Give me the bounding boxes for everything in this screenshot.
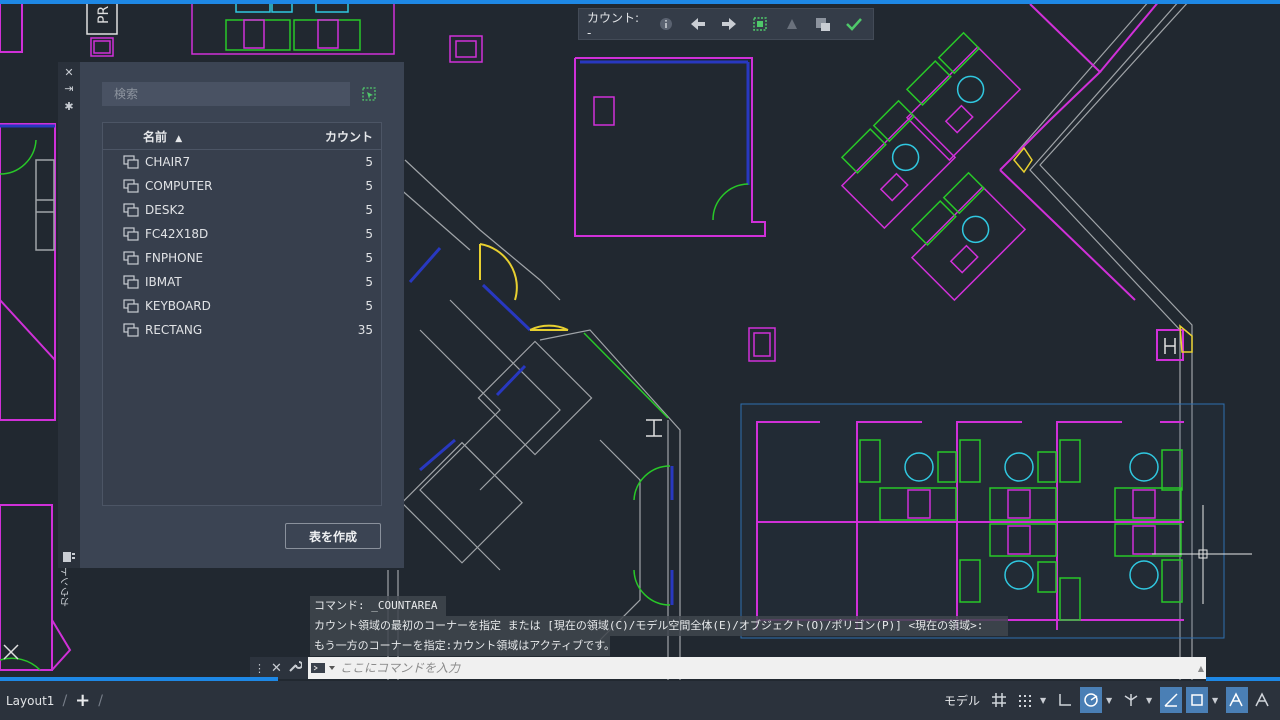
isometric-icon[interactable] — [1120, 687, 1142, 713]
command-line-controls: ⋮ ✕ — [250, 657, 308, 679]
history-line: もう一方のコーナーを指定:カウント領域はアクティブです。 — [310, 636, 615, 656]
next-arrow-icon[interactable] — [718, 13, 739, 35]
close-icon[interactable]: ✕ — [62, 66, 76, 80]
palette-menu-icon[interactable] — [62, 550, 76, 564]
block-name: CHAIR7 — [145, 155, 191, 169]
block-name: FC42X18D — [145, 227, 209, 241]
table-row[interactable]: DESK2 5 — [103, 198, 381, 222]
block-icon — [123, 179, 139, 193]
select-area-icon[interactable] — [750, 13, 771, 35]
table-body: CHAIR7 5 COMPUTER 5 DESK2 5 FC42X18D 5 FNPHONE 5 I… — [103, 150, 381, 342]
grip-icon[interactable]: ⋮ — [254, 662, 265, 675]
command-line: ⋮ ✕ ▲ — [250, 657, 1206, 679]
object-snap-tracking-icon[interactable] — [1160, 687, 1182, 713]
block-icon — [123, 203, 139, 217]
block-name: DESK2 — [145, 203, 185, 217]
command-prompt-icon[interactable] — [308, 657, 338, 679]
block-count: 5 — [365, 299, 373, 313]
isometric-dropdown-icon[interactable]: ▼ — [1146, 696, 1156, 705]
search-input[interactable] — [102, 82, 350, 106]
grid-icon[interactable] — [988, 687, 1010, 713]
command-history: コマンド: _COUNTAREA カウント領域の最初のコーナーを指定 または [… — [310, 596, 1008, 656]
snap-icon[interactable] — [1014, 687, 1036, 713]
block-icon — [123, 299, 139, 313]
palette-title-strip: ✕ ⇥ ✱ カウント — [58, 62, 81, 607]
tab-layout1[interactable]: Layout1 — [6, 694, 54, 708]
column-header-name[interactable]: 名前 ▲ — [143, 128, 325, 145]
status-toggles: モデル ▼ ▼ ▼ ▼ — [940, 687, 1274, 713]
ortho-icon[interactable] — [1054, 687, 1076, 713]
table-row[interactable]: CHAIR7 5 — [103, 150, 381, 174]
block-icon — [123, 251, 139, 265]
add-layout-button[interactable]: + — [75, 690, 90, 711]
replace-block-icon[interactable] — [781, 13, 802, 35]
annotation-visibility-icon[interactable] — [1252, 687, 1274, 713]
block-icon — [123, 323, 139, 337]
create-table-button[interactable]: 表を作成 — [285, 523, 381, 549]
count-value: - — [587, 25, 592, 40]
object-snap-icon[interactable] — [1186, 687, 1208, 713]
command-input[interactable] — [338, 657, 1196, 679]
scroll-up-icon[interactable]: ▲ — [1196, 658, 1206, 678]
block-name: IBMAT — [145, 275, 182, 289]
block-count: 5 — [365, 275, 373, 289]
close-command-icon[interactable]: ✕ — [271, 661, 282, 676]
palette-title: カウント — [61, 567, 72, 607]
drawing-label-pr: PR — [96, 6, 112, 24]
block-name: FNPHONE — [145, 251, 204, 265]
done-check-icon[interactable] — [844, 13, 865, 35]
model-space-button[interactable]: モデル — [940, 687, 984, 713]
previous-arrow-icon[interactable] — [687, 13, 708, 35]
tab-separator: / — [62, 692, 68, 709]
table-row[interactable]: IBMAT 5 — [103, 270, 381, 294]
snap-dropdown-icon[interactable]: ▼ — [1040, 696, 1050, 705]
block-icon — [123, 227, 139, 241]
block-name: KEYBOARD — [145, 299, 211, 313]
table-row[interactable]: RECTANG 35 — [103, 318, 381, 342]
count-label: カウント: — [587, 10, 640, 25]
sort-ascending-icon: ▲ — [175, 133, 183, 144]
count-table: 名前 ▲ カウント CHAIR7 5 COMPUTER 5 DESK2 5 FC42X18D… — [102, 122, 382, 506]
count-palette: 名前 ▲ カウント CHAIR75COMPUTER5DESK25FC42X18D… — [80, 62, 404, 568]
history-line: カウント領域の最初のコーナーを指定 または [現在の領域(C)/モデル空間全体(… — [310, 616, 1008, 636]
wrench-icon[interactable] — [288, 659, 303, 677]
table-row[interactable]: KEYBOARD 5 — [103, 294, 381, 318]
column-header-count[interactable]: カウント — [325, 128, 373, 145]
table-row[interactable]: COMPUTER 5 — [103, 174, 381, 198]
object-snap-dropdown-icon[interactable]: ▼ — [1212, 696, 1222, 705]
block-count: 5 — [365, 203, 373, 217]
block-count: 5 — [365, 251, 373, 265]
window-top-accent — [0, 0, 1280, 4]
block-name: COMPUTER — [145, 179, 213, 193]
annotation-scale-icon[interactable] — [1226, 687, 1248, 713]
info-icon[interactable] — [655, 13, 676, 35]
tab-separator: / — [98, 692, 103, 709]
block-icon — [123, 275, 139, 289]
table-row[interactable]: FC42X18D 5 — [103, 222, 381, 246]
status-bar: Layout1 / + / モデル ▼ ▼ ▼ ▼ — [0, 681, 1280, 720]
gear-icon[interactable]: ✱ — [62, 100, 76, 114]
count-toolbar-label: カウント: - — [587, 9, 645, 40]
table-row[interactable]: FNPHONE 5 — [103, 246, 381, 270]
select-in-drawing-icon[interactable] — [361, 86, 377, 102]
block-name: RECTANG — [145, 323, 203, 337]
block-count: 5 — [365, 179, 373, 193]
block-count: 35 — [357, 323, 373, 337]
polar-tracking-icon[interactable] — [1080, 687, 1102, 713]
polar-dropdown-icon[interactable]: ▼ — [1106, 696, 1116, 705]
auto-hide-icon[interactable]: ⇥ — [62, 82, 76, 96]
count-toolbar: カウント: - — [578, 8, 874, 40]
block-icon — [123, 155, 139, 169]
insert-table-icon[interactable] — [812, 13, 833, 35]
block-count: 5 — [365, 155, 373, 169]
table-header: 名前 ▲ カウント — [103, 123, 381, 150]
history-line: コマンド: _COUNTAREA — [310, 596, 446, 616]
block-count: 5 — [365, 227, 373, 241]
